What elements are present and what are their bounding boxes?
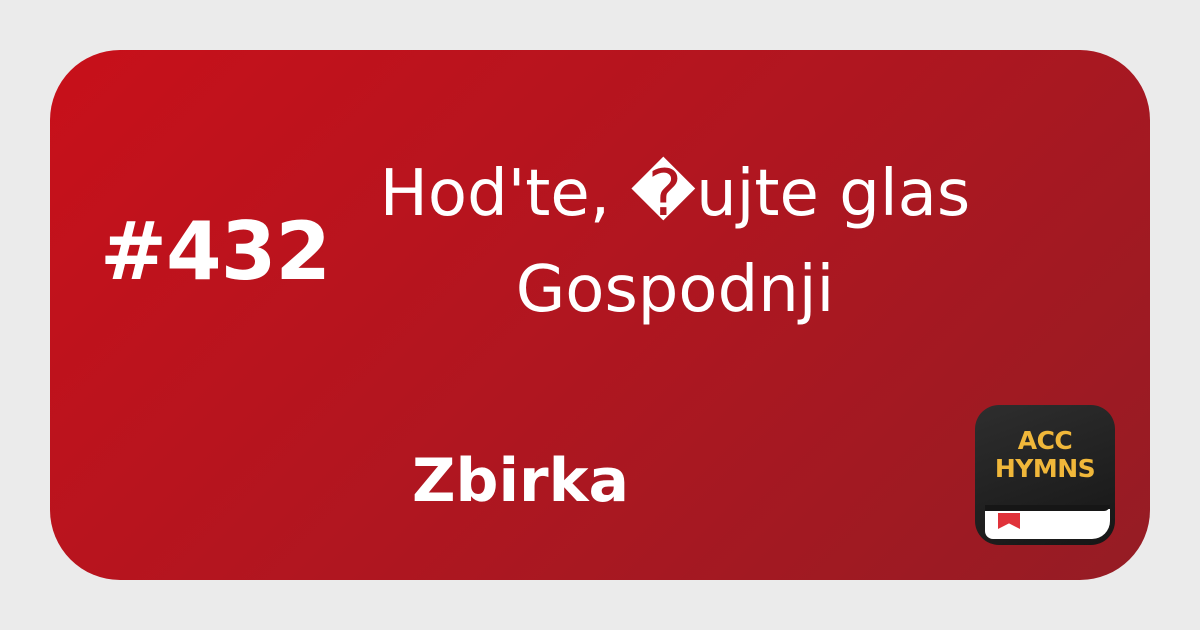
hymn-collection: Zbirka — [412, 446, 630, 516]
hymn-number: #432 — [100, 205, 331, 298]
book-cover-edge — [985, 505, 1110, 511]
hymn-title-line-1: Hod'te, �ujte glas — [379, 157, 971, 231]
acc-hymns-logo: ACC HYMNS — [975, 405, 1115, 545]
hymn-title-line-2: Gospodnji — [515, 253, 835, 327]
logo-text: ACC HYMNS — [975, 427, 1115, 483]
logo-line-2: HYMNS — [994, 454, 1096, 483]
logo-line-1: ACC — [1017, 426, 1073, 455]
hymn-title: Hod'te, �ujte glas Gospodnji — [350, 146, 1000, 338]
hymn-card: #432 Hod'te, �ujte glas Gospodnji Zbirka… — [50, 50, 1150, 580]
page-background: #432 Hod'te, �ujte glas Gospodnji Zbirka… — [0, 0, 1200, 630]
